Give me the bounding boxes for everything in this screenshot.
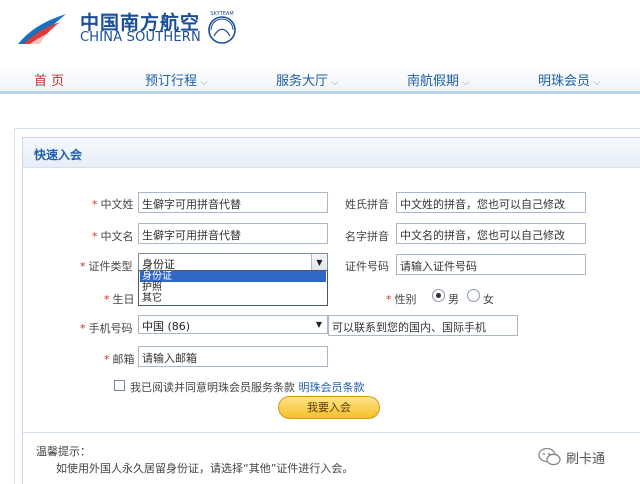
id-type-label: * 证件类型 [80,258,133,274]
main-nav: 首 页 预订行程 ⌵ 服务大厅 ⌵ 南航假期 ⌵ 明珠会员 ⌵ [0,62,640,94]
cn-last-name-input[interactable]: 生僻字可用拼音代替 [138,192,328,213]
skyteam-logo-text: SKYTEAM [210,11,233,17]
required-mark: * [80,322,86,335]
nav-service-label: 服务大厅 [276,74,329,89]
mobile-label-text: 手机号码 [88,322,133,335]
gender-male-radio[interactable] [432,289,445,302]
tips-text: 如使用外国人永久居留身份证，请选择“其他”证件进行入会。 [56,462,354,475]
email-label: * 邮箱 [104,351,135,367]
nav-booking-label: 预订行程 [145,74,198,89]
agree-checkbox[interactable] [114,380,125,391]
required-mark: * [104,353,110,366]
id-number-input[interactable]: 请输入证件号码 [396,254,586,275]
agree-statement: 我已阅读并同意明珠会员服务条款 [130,381,295,394]
required-mark: * [92,230,98,243]
cn-first-name-label-text: 中文名 [100,230,134,243]
gender-female-label: 女 [483,293,494,306]
nav-item-holiday[interactable]: 南航假期 ⌵ [407,70,470,89]
email-label-text: 邮箱 [112,353,135,366]
nav-holiday-label: 南航假期 [407,74,460,89]
country-code-select[interactable]: 中国 (86) ▼ [138,315,328,334]
birthday-label: * 生日 [104,291,135,307]
nav-item-service[interactable]: 服务大厅 ⌵ [276,70,339,89]
gender-label-text: 性别 [394,293,417,306]
id-type-option-id-card[interactable]: 身份证 [140,271,326,282]
skyteam-logo-icon: SKYTEAM [208,11,236,44]
nav-item-home[interactable]: 首 页 [34,70,64,89]
mobile-label: * 手机号码 [80,320,133,336]
id-type-option-passport[interactable]: 护照 [140,282,326,293]
nav-home-label: 首 页 [34,74,65,89]
panel-title: 快速入会 [34,148,83,162]
dropdown-arrow-icon[interactable]: ▼ [311,254,327,271]
last-pinyin-label: 姓氏拼音 [345,198,389,211]
required-mark: * [104,293,110,306]
gender-female-radio[interactable] [467,289,480,302]
watermark: 刷卡通 [538,446,638,468]
cn-last-name-label: * 中文姓 [92,196,134,212]
id-type-label-text: 证件类型 [88,260,133,273]
id-type-option-other[interactable]: 其它 [140,293,326,304]
cn-last-name-label-text: 中文姓 [100,198,134,211]
birthday-label-text: 生日 [112,293,135,306]
mobile-input[interactable]: 可以联系到您的国内、国际手机 [328,315,518,336]
tips-title: 温馨提示： [36,445,91,458]
brand-name-en[interactable]: CHINA SOUTHERN [80,30,201,45]
last-pinyin-input[interactable]: 中文姓的拼音，您也可以自己修改 [396,192,586,213]
nav-item-booking[interactable]: 预订行程 ⌵ [145,70,208,89]
membership-terms-link[interactable]: 明珠会员条款 [299,381,365,394]
chevron-down-icon: ⌵ [331,77,339,88]
required-mark: * [386,293,392,306]
chevron-down-icon: ⌵ [200,77,208,88]
dropdown-arrow-icon[interactable]: ▼ [311,316,327,333]
kapok-logo-icon[interactable] [16,10,68,48]
nav-membership-label: 明珠会员 [538,74,591,89]
nav-item-membership[interactable]: 明珠会员 ⌵ [538,70,601,89]
chevron-down-icon: ⌵ [593,77,601,88]
watermark-text: 刷卡通 [566,452,606,467]
required-mark: * [80,260,86,273]
required-mark: * [92,198,98,211]
site-header: 中国南方航空 CHINA SOUTHERN SKYTEAM [0,0,640,62]
country-code-selected: 中国 (86) [142,320,191,333]
gender-male-label: 男 [448,293,459,306]
chevron-down-icon: ⌵ [462,77,470,88]
tips-divider [23,432,640,433]
join-submit-button[interactable]: 我要入会 [278,396,380,419]
first-pinyin-input[interactable]: 中文名的拼音，您也可以自己修改 [396,223,586,244]
panel-header: 快速入会 [23,138,640,168]
first-pinyin-label: 名字拼音 [345,230,389,243]
email-input[interactable]: 请输入邮箱 [138,346,328,367]
agree-text: 我已阅读并同意明珠会员服务条款 明珠会员条款 [130,379,365,395]
id-type-dropdown: 身份证 护照 其它 [138,270,328,306]
wechat-icon [538,447,561,466]
cn-first-name-input[interactable]: 生僻字可用拼音代替 [138,223,328,244]
gender-label: * 性别 [386,291,417,307]
id-number-label: 证件号码 [345,260,389,273]
cn-first-name-label: * 中文名 [92,228,134,244]
